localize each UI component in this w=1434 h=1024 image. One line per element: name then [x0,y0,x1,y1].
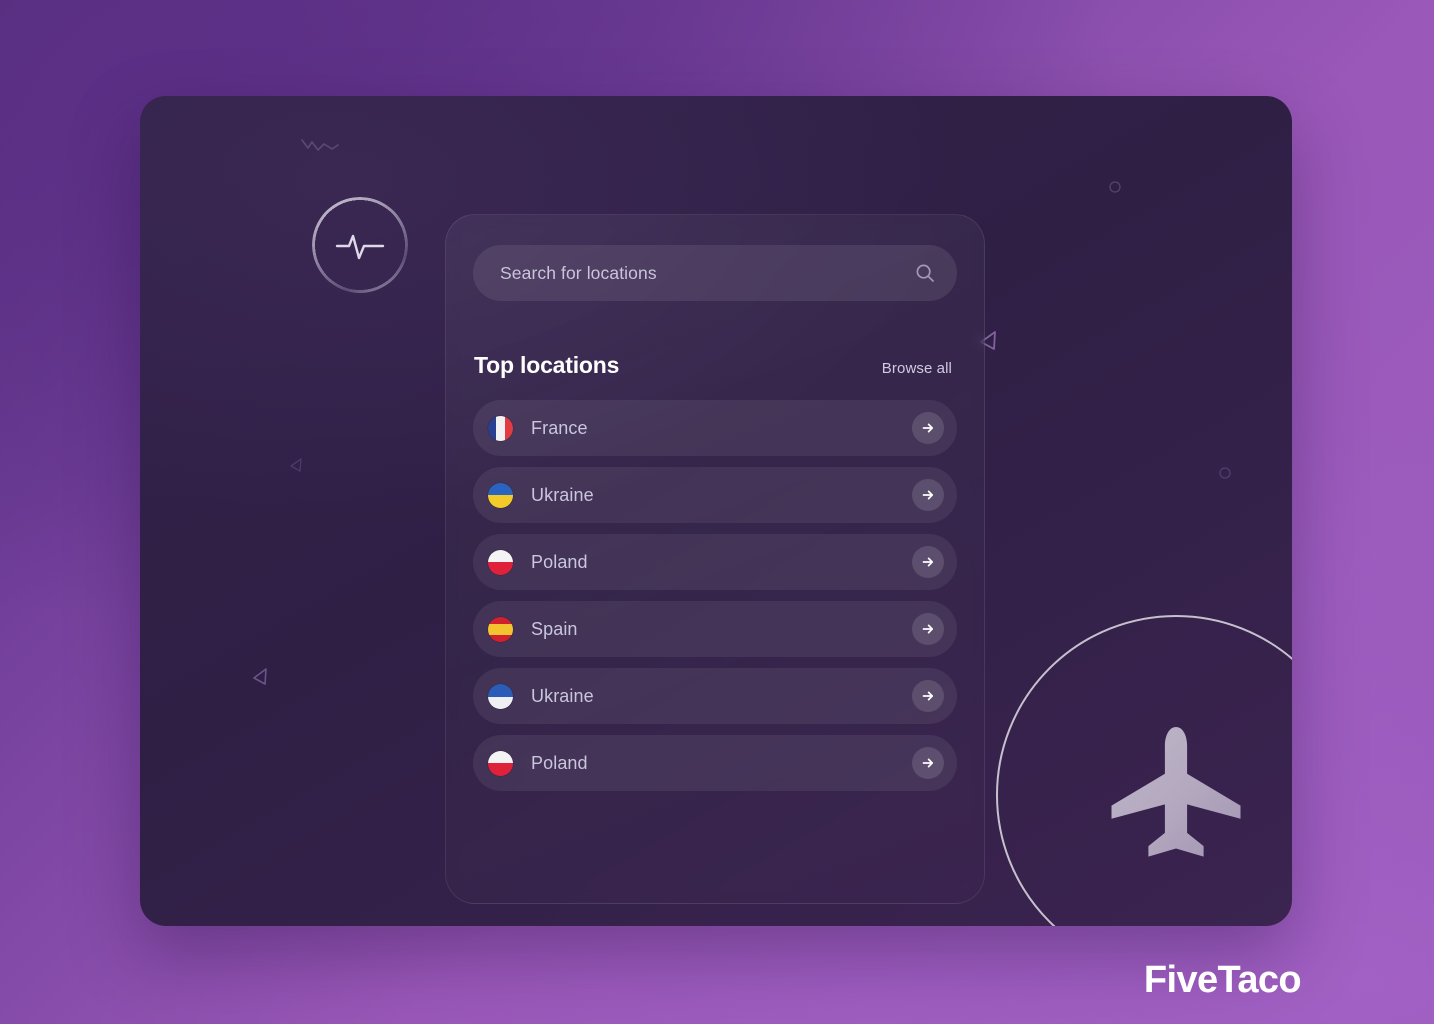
triangle-outline-decoration [250,666,272,688]
page-title: Top locations [474,352,620,378]
arrow-right-icon[interactable] [912,680,944,712]
activity-badge[interactable] [312,197,408,293]
search-bar[interactable] [473,245,957,301]
arrow-right-icon[interactable] [912,747,944,779]
list-item[interactable]: France [473,400,957,456]
flag-poland-icon [488,750,513,776]
location-name: France [531,417,588,438]
brand-logo: FiveTaco [1143,959,1302,1001]
arrow-right-icon[interactable] [912,546,944,578]
list-item[interactable]: Spain [473,601,957,657]
flag-spain-icon [488,616,513,642]
flag-ukraine-icon [488,482,513,508]
list-item[interactable]: Ukraine [473,467,957,523]
locations-card: Top locations Browse all France [445,214,985,904]
arrow-right-icon[interactable] [912,479,944,511]
flag-france-icon [488,415,513,441]
location-name: Spain [531,618,578,639]
app-panel: Top locations Browse all France [140,96,1292,926]
airplane-icon [1101,718,1251,873]
location-name: Poland [531,752,588,773]
browse-all-link[interactable]: Browse all [882,360,952,377]
list-item[interactable]: Ukraine [473,668,957,724]
list-item[interactable]: Poland [473,534,957,590]
search-input[interactable] [500,262,915,284]
locations-list: France Ukraine Poland Spain Ukraine Pola… [473,400,957,791]
flag-ukraine-alt-icon [488,683,513,709]
flag-poland-icon [488,549,513,575]
triangle-outline-decoration [288,456,306,474]
arrow-right-icon[interactable] [912,613,944,645]
arrow-right-icon[interactable] [912,412,944,444]
airplane-badge [996,615,1292,926]
search-icon[interactable] [915,263,935,283]
activity-pulse-icon [312,197,408,293]
circle-outline-decoration [1218,466,1232,480]
location-name: Poland [531,551,588,572]
circle-outline-decoration [1108,180,1122,194]
section-header: Top locations Browse all [473,352,957,379]
zigzag-line-decoration [300,136,340,156]
location-name: Ukraine [531,685,594,706]
location-name: Ukraine [531,484,594,505]
list-item[interactable]: Poland [473,735,957,791]
